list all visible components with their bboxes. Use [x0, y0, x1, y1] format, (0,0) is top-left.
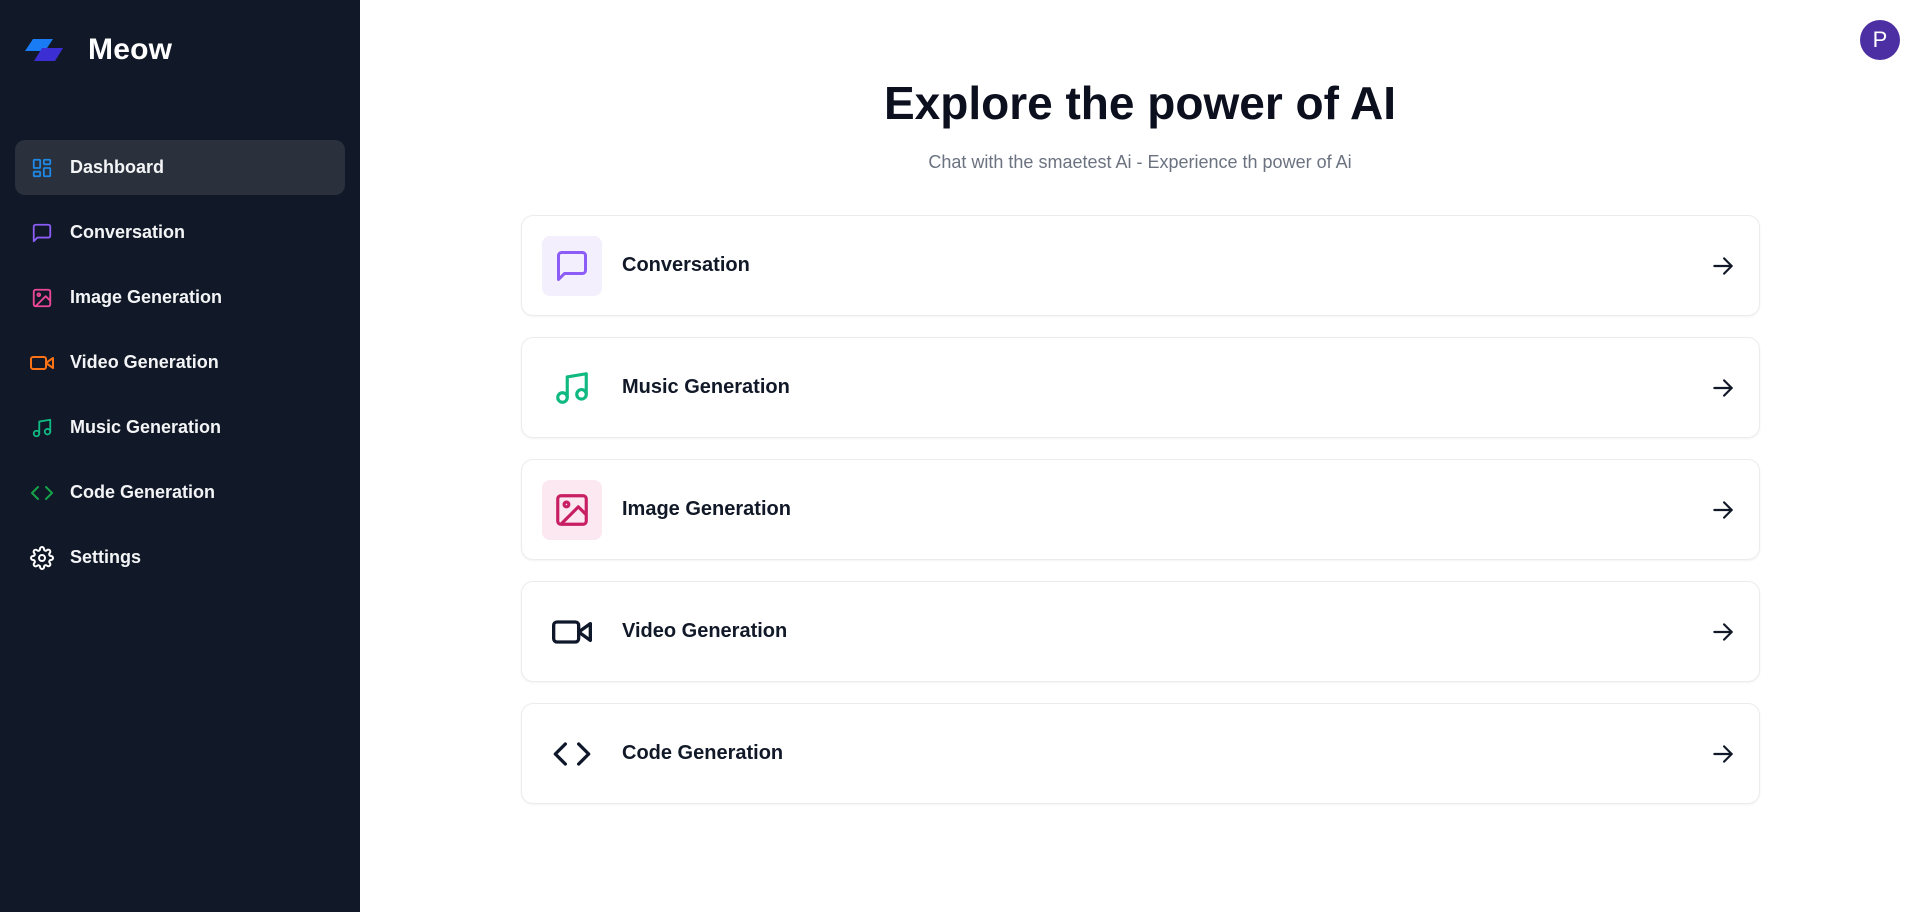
sidebar-item-label: Image Generation: [70, 287, 223, 307]
tool-card-music-generation[interactable]: Music Generation: [521, 337, 1760, 438]
arrow-right-icon: [1709, 374, 1737, 402]
tool-card-image-generation[interactable]: Image Generation: [521, 459, 1760, 560]
sidebar: Meow Dashboard Conversation Image Genera…: [0, 0, 360, 912]
sidebar-item-dashboard[interactable]: Dashboard: [15, 140, 345, 195]
code-icon: [30, 481, 54, 505]
logo-link[interactable]: Meow: [0, 30, 360, 70]
page-title: Explore the power of AI: [883, 77, 1397, 129]
sidebar-item-label: Music Generation: [70, 417, 222, 437]
arrow-right-icon: [1709, 740, 1737, 768]
arrow-right-icon: [1709, 252, 1737, 280]
message-square-icon: [542, 235, 602, 296]
sidebar-item-music-generation[interactable]: Music Generation: [15, 400, 345, 455]
sidebar-item-conversation[interactable]: Conversation: [15, 205, 345, 260]
image-icon: [30, 286, 54, 310]
tool-card-label: Image Generation: [622, 498, 791, 520]
arrow-right-icon: [1709, 496, 1737, 524]
tool-card-label: Conversation: [622, 254, 750, 276]
tool-cards: Conversation Music Generation Image Gene…: [521, 215, 1760, 825]
sidebar-item-image-generation[interactable]: Image Generation: [15, 270, 345, 325]
sidebar-item-label: Video Generation: [70, 352, 219, 372]
video-icon: [30, 351, 54, 375]
sidebar-nav: Dashboard Conversation Image Generation …: [0, 140, 360, 585]
dashboard-icon: [30, 156, 54, 180]
page-subtitle: Chat with the smaetest Ai - Experience t…: [928, 152, 1352, 172]
message-square-icon: [30, 221, 54, 245]
image-icon: [542, 479, 602, 540]
app-name: Meow: [88, 33, 173, 66]
sidebar-item-settings[interactable]: Settings: [15, 530, 345, 585]
user-avatar[interactable]: P: [1860, 20, 1900, 60]
sidebar-item-label: Conversation: [70, 222, 186, 242]
sidebar-item-code-generation[interactable]: Code Generation: [15, 465, 345, 520]
video-icon: [542, 602, 602, 662]
tool-card-video-generation[interactable]: Video Generation: [521, 581, 1760, 682]
sidebar-item-label: Settings: [70, 547, 142, 567]
tool-card-label: Music Generation: [622, 376, 790, 398]
main-content: P Explore the power of AI Chat with the …: [360, 0, 1920, 912]
sidebar-item-label: Code Generation: [70, 482, 216, 502]
code-icon: [542, 724, 602, 784]
settings-icon: [30, 545, 54, 570]
sidebar-item-label: Dashboard: [70, 157, 165, 177]
sidebar-item-video-generation[interactable]: Video Generation: [15, 335, 345, 390]
app-shell: Meow Dashboard Conversation Image Genera…: [0, 0, 1920, 912]
tool-card-label: Video Generation: [622, 620, 788, 642]
music-icon: [542, 358, 602, 418]
arrow-right-icon: [1709, 618, 1737, 646]
tool-card-code-generation[interactable]: Code Generation: [521, 703, 1760, 804]
logo-icon: [25, 39, 63, 61]
tool-card-conversation[interactable]: Conversation: [521, 215, 1760, 316]
tool-card-label: Code Generation: [622, 742, 784, 764]
music-icon: [30, 416, 54, 440]
